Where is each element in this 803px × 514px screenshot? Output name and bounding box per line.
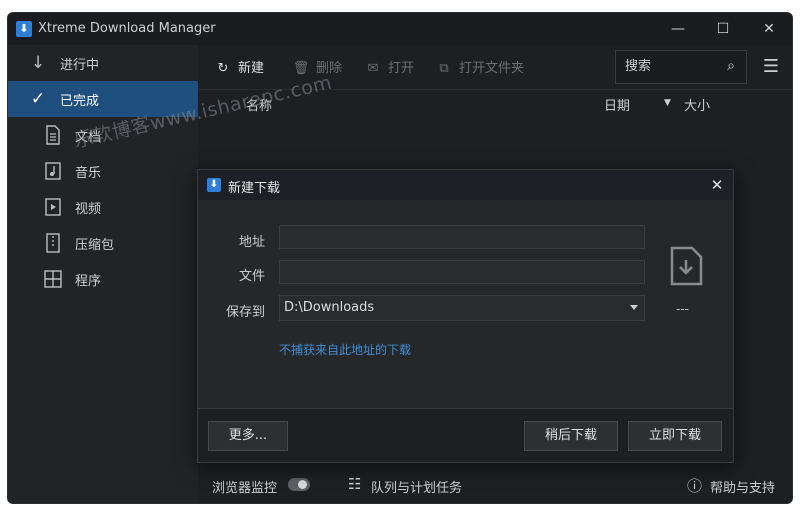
browser-monitor-toggle[interactable]: [288, 478, 310, 491]
sidebar-item-archives[interactable]: 压缩包: [8, 225, 198, 261]
ignore-address-link[interactable]: 不捕获来自此地址的下载: [279, 341, 411, 358]
close-button[interactable]: ✕: [746, 13, 792, 45]
sidebar-item-label: 程序: [75, 274, 102, 289]
address-label: 地址: [238, 235, 265, 250]
open-icon: ✉: [367, 61, 379, 76]
address-field[interactable]: [279, 225, 645, 249]
title-bar: ⬇ Xtreme Download Manager — ☐ ✕: [8, 13, 792, 45]
sidebar-item-label: 已完成: [60, 94, 100, 109]
queue-icon[interactable]: ☷: [348, 475, 361, 493]
sidebar-item-label: 音乐: [75, 166, 102, 181]
dropdown-arrow-icon: [630, 305, 638, 310]
sidebar-item-music[interactable]: 音乐: [8, 153, 198, 189]
file-label: 文件: [238, 269, 265, 284]
sidebar-item-video[interactable]: 视频: [8, 189, 198, 225]
help-button[interactable]: 帮助与支持: [710, 477, 775, 496]
music-icon: [43, 161, 63, 181]
document-icon: [43, 125, 63, 145]
open-label: 打开: [388, 61, 415, 76]
window-title: Xtreme Download Manager: [38, 21, 216, 36]
folder-icon: ⧉: [439, 61, 449, 76]
new-button[interactable]: ↻ 新建: [214, 57, 264, 77]
browser-monitor-label: 浏览器监控: [212, 481, 278, 496]
status-bar: 浏览器监控 ☷ 队列与计划任务 ⓘ 帮助与支持: [198, 465, 792, 503]
save-to-value: D:\Downloads: [284, 300, 375, 315]
download-later-button[interactable]: 稍后下载: [524, 421, 618, 451]
arrow-down-icon: ↓: [30, 53, 46, 73]
sidebar-item-label: 视频: [75, 202, 102, 217]
open-folder-label: 打开文件夹: [459, 61, 525, 76]
file-field[interactable]: [279, 260, 645, 284]
new-label: 新建: [238, 61, 265, 76]
save-to-label: 保存到: [225, 305, 265, 320]
search-box: ⌕: [615, 50, 747, 84]
dialog-body: 地址 文件 保存到 D:\Downloads 不捕获来自此地址的下载 ---: [198, 200, 733, 409]
help-icon[interactable]: ⓘ: [687, 475, 702, 496]
open-folder-button[interactable]: ⧉ 打开文件夹: [435, 57, 524, 77]
dialog-title: 新建下载: [228, 181, 281, 196]
save-to-select[interactable]: D:\Downloads: [279, 295, 645, 321]
column-size[interactable]: 大小: [684, 95, 710, 114]
download-now-button[interactable]: 立即下载: [628, 421, 722, 451]
minimize-button[interactable]: —: [655, 13, 701, 45]
file-size-text: ---: [676, 302, 689, 316]
column-date[interactable]: 日期: [604, 95, 630, 114]
toggle-knob: [298, 480, 307, 489]
sort-down-icon[interactable]: ▼: [664, 98, 671, 108]
open-button[interactable]: ✉ 打开: [364, 57, 414, 77]
dialog-close-icon[interactable]: ✕: [706, 174, 728, 196]
checkmark-icon: ✓: [30, 89, 46, 109]
new-download-dialog: ⬇ 新建下载 ✕ 地址 文件 保存到 D:\Downloads 不捕获来自此地址…: [197, 169, 734, 463]
sidebar-item-programs[interactable]: 程序: [8, 261, 198, 297]
search-icon[interactable]: ⌕: [722, 57, 740, 75]
file-download-icon: [669, 246, 703, 286]
archive-icon: [43, 233, 63, 253]
sidebar-item-label: 压缩包: [75, 238, 115, 253]
hamburger-menu-icon[interactable]: ☰: [761, 57, 781, 77]
search-input[interactable]: [616, 51, 721, 81]
program-icon: [43, 269, 63, 289]
maximize-button[interactable]: ☐: [700, 13, 746, 45]
more-button[interactable]: 更多...: [208, 421, 288, 451]
sidebar-item-label: 进行中: [60, 58, 100, 73]
dialog-download-icon: ⬇: [207, 178, 221, 192]
video-icon: [43, 197, 63, 217]
refresh-icon: ↻: [217, 61, 229, 76]
dialog-title-bar: ⬇ 新建下载 ✕: [198, 170, 733, 200]
app-download-icon: ⬇: [16, 21, 32, 37]
queue-button[interactable]: 队列与计划任务: [371, 477, 462, 496]
sidebar-item-in-progress[interactable]: ↓ 进行中: [8, 45, 198, 81]
